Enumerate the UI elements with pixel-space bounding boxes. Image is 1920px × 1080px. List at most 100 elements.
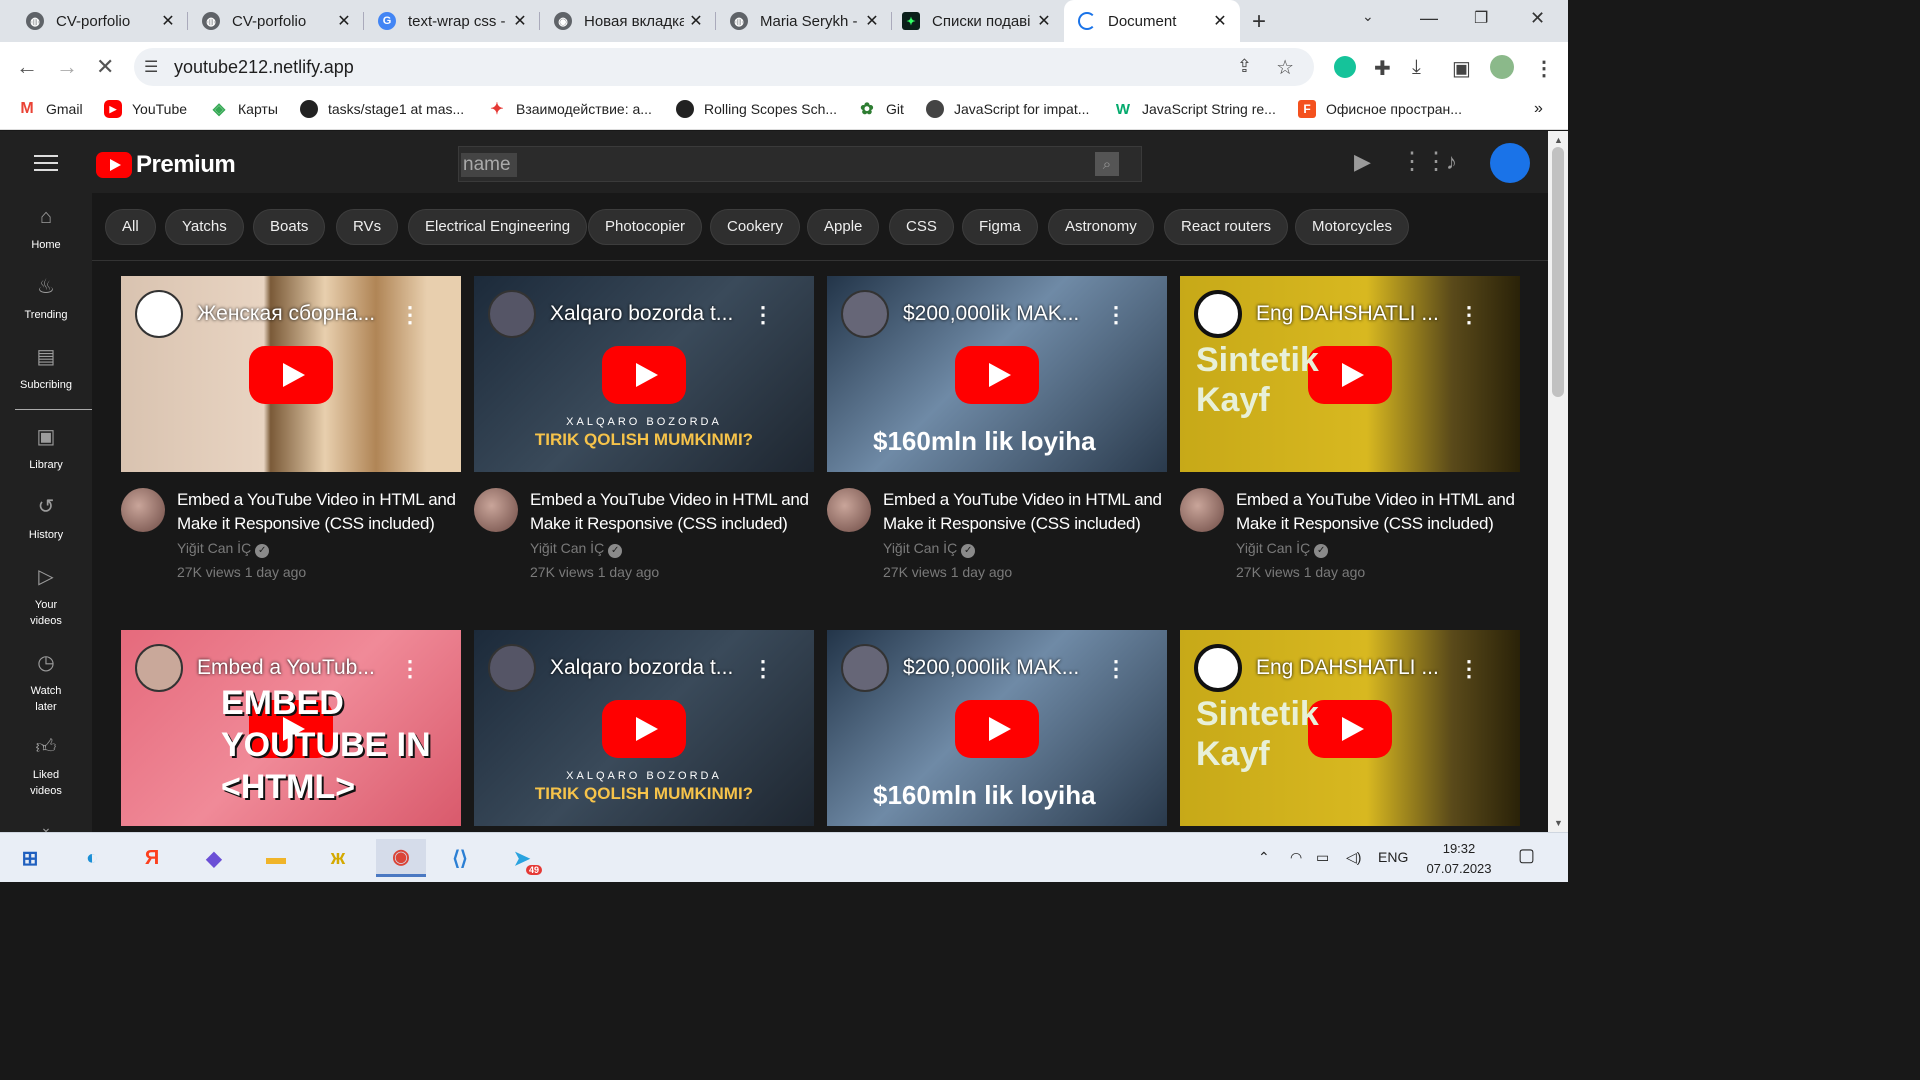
channel-name[interactable]: Yiğit Can İÇ ✓	[1236, 540, 1329, 558]
search-input[interactable]	[461, 153, 517, 177]
video-thumbnail[interactable]: Eng DAHSHATLI ... ⋮ Sintetik Kayf	[1180, 276, 1520, 472]
bookmark-item[interactable]: JavaScript for impat...	[926, 100, 1089, 118]
minimize-icon[interactable]: —	[1420, 8, 1438, 29]
sidebar-item-subcribing[interactable]: ▤ Subcribing	[0, 347, 92, 393]
video-thumbnail[interactable]: Xalqaro bozorda t... ⋮ XALQARO BOZORDA T…	[474, 276, 814, 472]
sidebar-item-trending[interactable]: ♨ Trending	[0, 277, 92, 323]
language-indicator[interactable]: ENG	[1378, 849, 1408, 865]
volume-icon[interactable]: ◁)	[1346, 849, 1361, 866]
chip[interactable]: Figma	[962, 209, 1038, 245]
play-button-icon[interactable]	[1308, 700, 1392, 758]
chrome-icon[interactable]: ◉	[376, 839, 426, 877]
channel-name[interactable]: Yiğit Can İÇ ✓	[177, 540, 270, 558]
chip[interactable]: React routers	[1164, 209, 1289, 245]
hamburger-menu-icon[interactable]	[34, 155, 58, 171]
scroll-down-icon[interactable]: ▼	[1554, 818, 1563, 828]
clock[interactable]: 19:32 07.07.2023	[1424, 839, 1494, 879]
sidebar-item-library[interactable]: ▣ Library	[0, 427, 92, 473]
chip[interactable]: RVs	[336, 209, 399, 245]
sidebar-item-liked-videos[interactable]: 👍︎ Liked videos	[0, 737, 92, 799]
video-title[interactable]: Embed a YouTube Video in HTML and Make i…	[530, 488, 810, 536]
avatar[interactable]	[1180, 488, 1224, 532]
avatar[interactable]	[474, 488, 518, 532]
page-scrollbar[interactable]: ▲ ▼	[1548, 131, 1568, 832]
site-info-icon[interactable]: ☰	[144, 57, 158, 77]
new-tab-button[interactable]: +	[1252, 8, 1266, 36]
chip[interactable]: CSS	[889, 209, 954, 245]
chip[interactable]: Astronomy	[1048, 209, 1154, 245]
tray-chevron-icon[interactable]: ⌃	[1258, 849, 1270, 866]
share-icon[interactable]: ⇪	[1237, 56, 1252, 77]
account-avatar[interactable]	[1490, 143, 1530, 183]
telegram-icon[interactable]: ➤ 49	[500, 839, 544, 877]
channel-name[interactable]: Yiğit Can İÇ ✓	[883, 540, 976, 558]
apps-grid-icon[interactable]: ⋮⋮	[1400, 147, 1448, 176]
close-window-icon[interactable]: ✕	[1530, 8, 1545, 29]
chip[interactable]: Motorcycles	[1295, 209, 1410, 245]
bookmark-item[interactable]: ▶ YouTube	[104, 100, 187, 118]
chip[interactable]: Cookery	[710, 209, 800, 245]
windows-start-icon[interactable]: ⊞	[8, 839, 52, 877]
sidebar-item-home[interactable]: ⌂ Home	[0, 207, 92, 253]
stop-loading-icon[interactable]: ✕	[96, 54, 114, 80]
video-thumbnail[interactable]: Xalqaro bozorda t... ⋮ XALQARO BOZORDA T…	[474, 630, 814, 826]
chevron-down-icon[interactable]: ⌄	[0, 819, 92, 832]
play-button-icon[interactable]	[602, 346, 686, 404]
kebab-menu-icon[interactable]: ⋮	[752, 656, 774, 682]
browser-tab[interactable]: ◍ CV-porfolio ✕	[0, 0, 188, 42]
chip[interactable]: Apple	[807, 209, 880, 245]
kebab-menu-icon[interactable]: ⋮	[1458, 302, 1480, 328]
bookmark-star-icon[interactable]: ☆	[1276, 55, 1294, 80]
chip[interactable]: Electrical Engineering	[408, 209, 588, 245]
play-button-icon[interactable]	[1308, 346, 1392, 404]
kebab-menu-icon[interactable]: ⋮	[399, 302, 421, 328]
download-icon[interactable]: ⤓	[1412, 56, 1421, 79]
browser-tab[interactable]: ◍ CV-porfolio ✕	[176, 0, 364, 42]
grammarly-icon[interactable]	[1334, 56, 1356, 78]
battery-icon[interactable]: ▭	[1316, 849, 1329, 866]
kebab-menu-icon[interactable]: ⋮	[1105, 302, 1127, 328]
close-tab-icon[interactable]: ✕	[1208, 11, 1232, 31]
yt-logo[interactable]: Premium	[96, 151, 236, 179]
kebab-menu-icon[interactable]: ⋮	[752, 302, 774, 328]
browser-tab[interactable]: ✦ Списки подаві ✕	[876, 0, 1064, 42]
play-button-icon[interactable]	[602, 700, 686, 758]
search-icon[interactable]: ⌕	[1095, 152, 1119, 176]
chip[interactable]: Boats	[253, 209, 326, 245]
avatar[interactable]	[827, 488, 871, 532]
notifications-icon[interactable]: ▢	[1518, 845, 1535, 866]
create-video-icon[interactable]: ▶︎	[1354, 149, 1371, 175]
bookmark-item[interactable]: tasks/stage1 at mas...	[300, 100, 464, 118]
video-title[interactable]: Embed a YouTube Video in HTML and Make i…	[177, 488, 457, 536]
video-thumbnail[interactable]: $200,000lik MAK... ⋮ $160mln lik loyiha	[827, 630, 1167, 826]
scroll-up-icon[interactable]: ▲	[1554, 135, 1563, 145]
back-icon[interactable]: ←	[16, 54, 38, 80]
wifi-icon[interactable]: ◠	[1290, 849, 1302, 866]
video-thumbnail[interactable]: $200,000lik MAK... ⋮ $160mln lik loyiha	[827, 276, 1167, 472]
avatar[interactable]	[121, 488, 165, 532]
chip[interactable]: Photocopier	[588, 209, 703, 245]
yandex-music-icon[interactable]: ж	[316, 839, 360, 877]
yandex-browser-icon[interactable]: Я	[130, 839, 174, 877]
kebab-menu-icon[interactable]: ⋮	[399, 656, 421, 682]
profile-avatar[interactable]	[1490, 55, 1514, 79]
bookmark-item[interactable]: W JavaScript String re...	[1114, 100, 1276, 118]
video-thumbnail[interactable]: Eng DAHSHATLI ... ⋮ Sintetik Kayf	[1180, 630, 1520, 826]
bookmark-item[interactable]: M Gmail	[18, 100, 82, 118]
vscode-icon[interactable]: ⟨⟩	[438, 839, 482, 877]
tab-search-icon[interactable]: ⌄	[1362, 8, 1374, 25]
sidebar-item-history[interactable]: ↺ History	[0, 497, 92, 543]
forward-icon[interactable]: →	[56, 54, 78, 80]
edge-icon[interactable]: ◐	[70, 839, 114, 877]
menu-kebab-icon[interactable]: ⋮	[1534, 56, 1554, 81]
chip[interactable]: Yatchs	[165, 209, 244, 245]
kebab-menu-icon[interactable]: ⋮	[1458, 656, 1480, 682]
play-button-icon[interactable]	[249, 346, 333, 404]
channel-name[interactable]: Yiğit Can İÇ ✓	[530, 540, 623, 558]
browser-tab-active[interactable]: Document ✕	[1064, 0, 1240, 42]
browser-tab[interactable]: G text-wrap css - ✕	[352, 0, 540, 42]
side-panel-icon[interactable]: ▣	[1452, 56, 1471, 81]
bookmark-item[interactable]: ✿ Git	[858, 100, 904, 118]
bookmark-item[interactable]: F Офисное простран...	[1298, 100, 1462, 118]
video-title[interactable]: Embed a YouTube Video in HTML and Make i…	[883, 488, 1163, 536]
